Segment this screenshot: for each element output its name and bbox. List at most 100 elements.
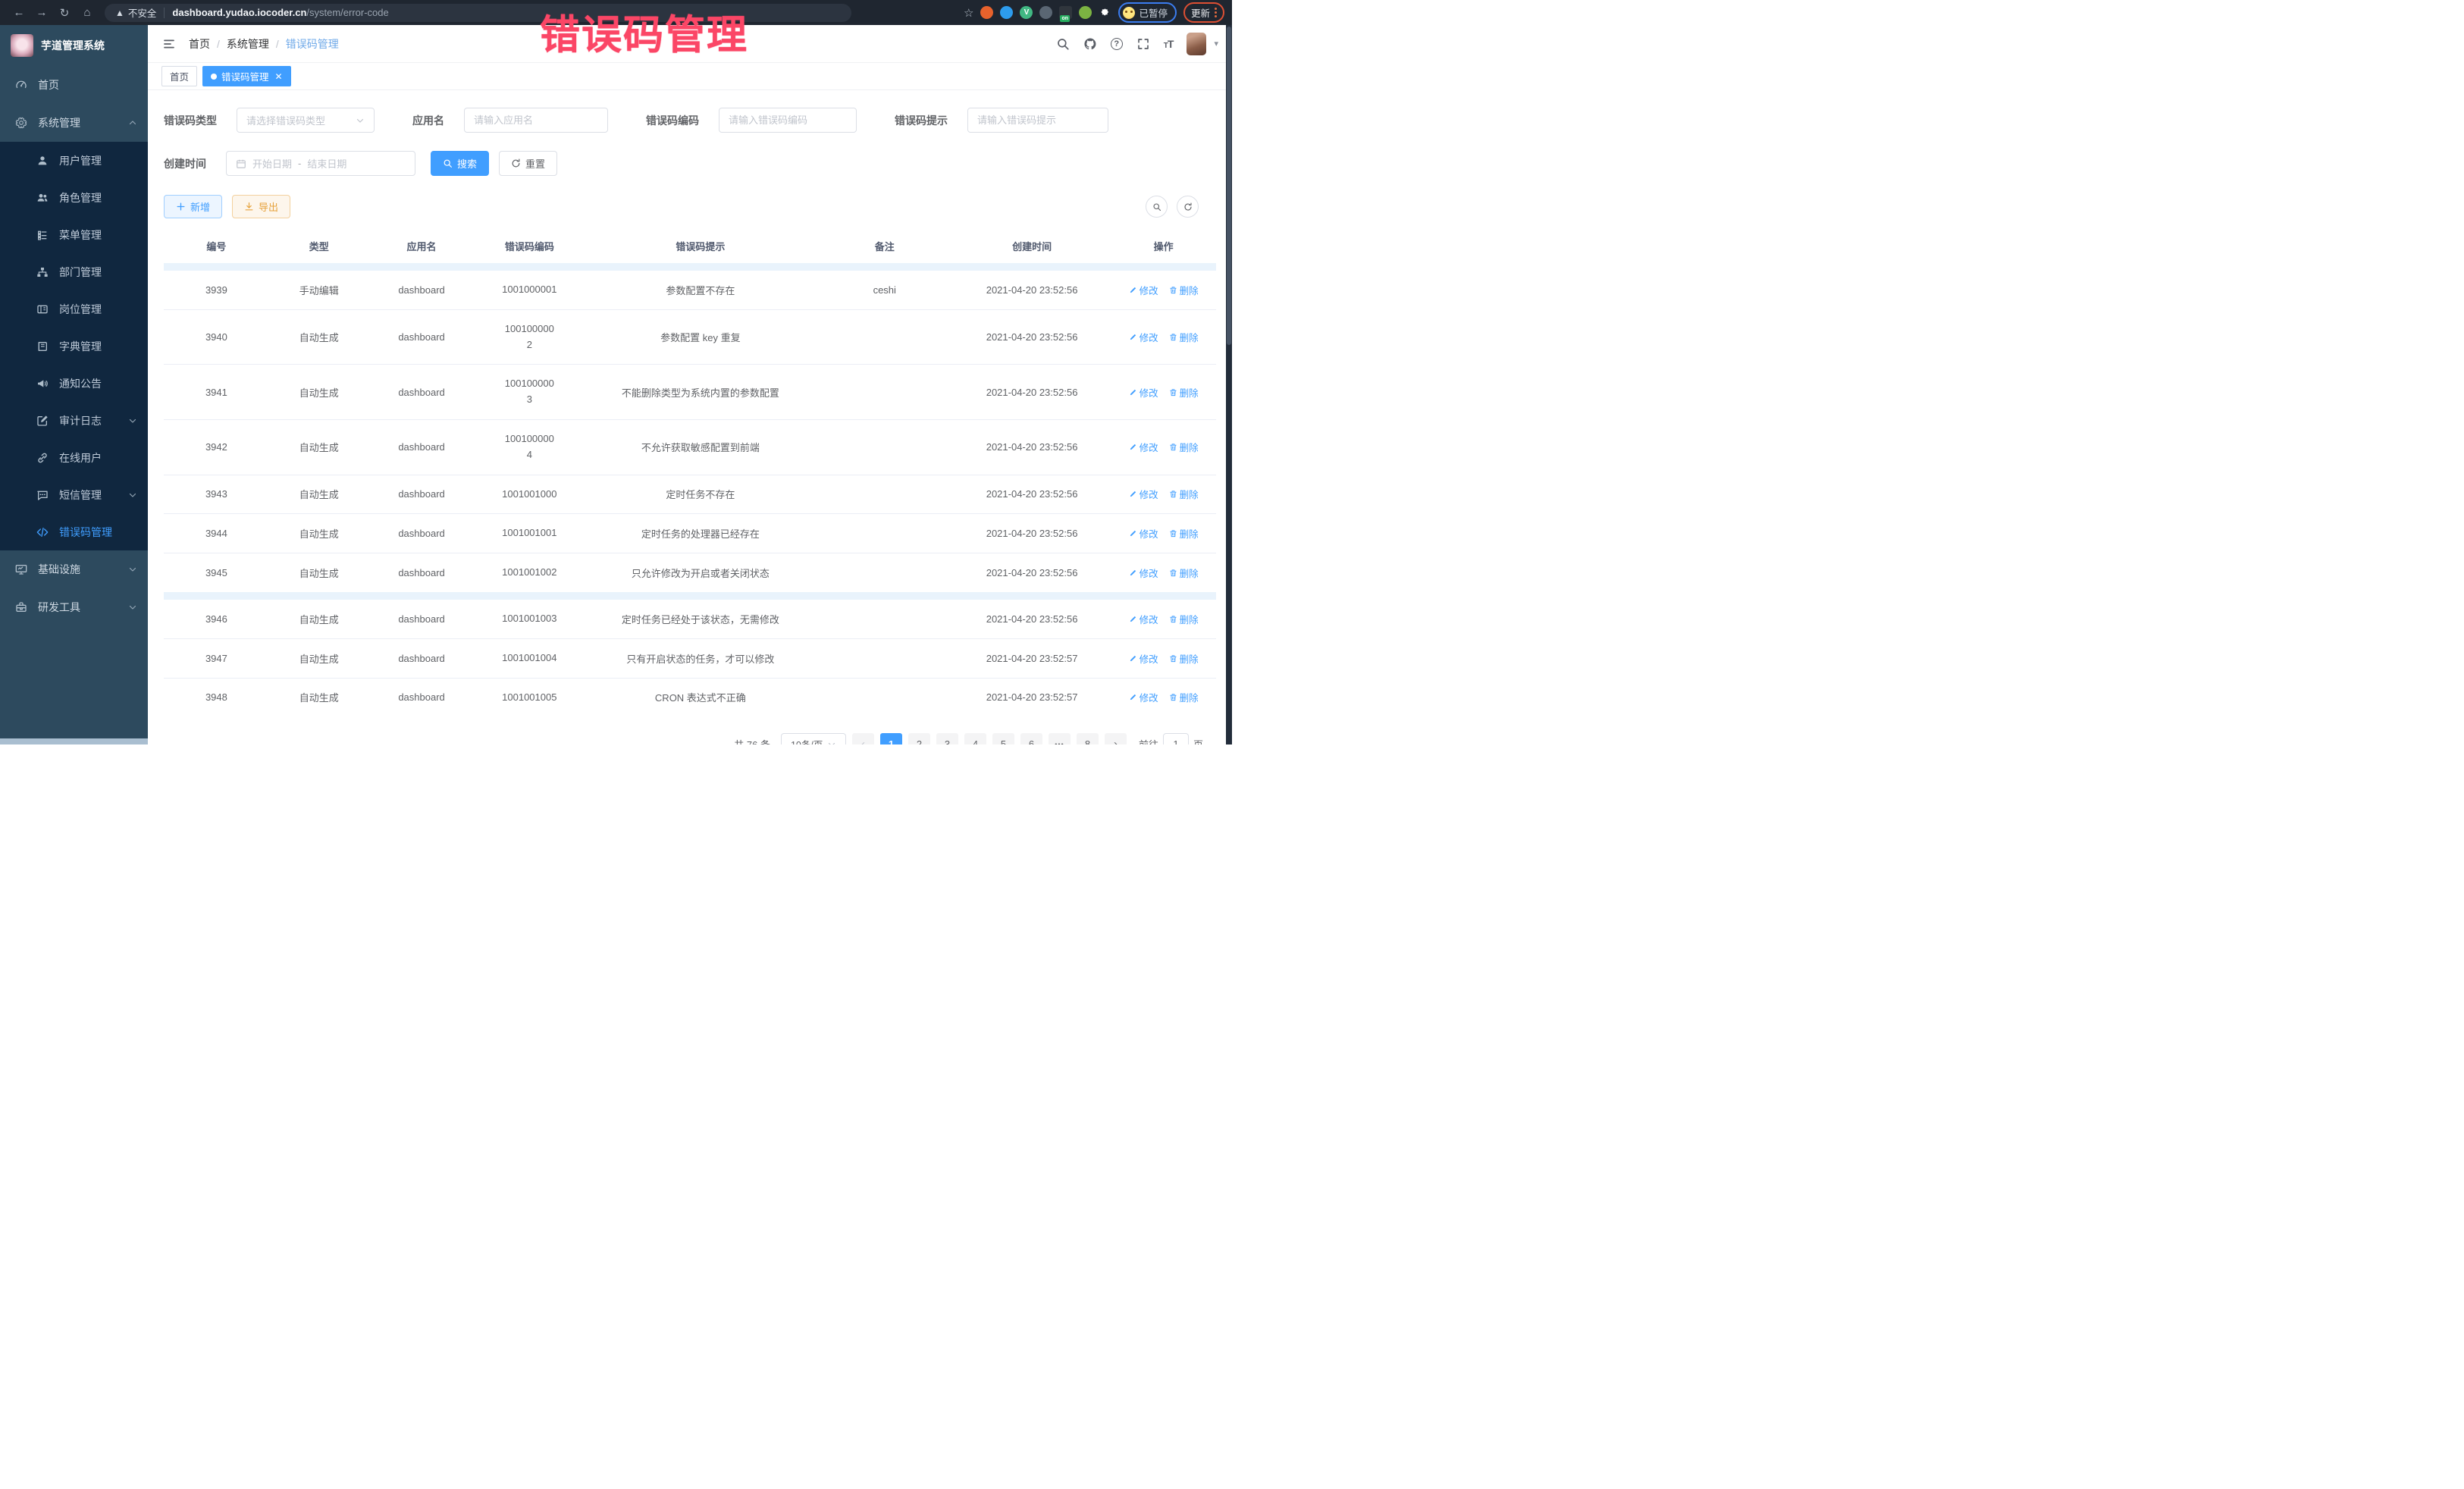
switchy-extension-icon[interactable]: on (1059, 6, 1072, 19)
prev-page-button[interactable]: ‹ (852, 733, 874, 744)
tab-error-code[interactable]: 错误码管理 ✕ (202, 66, 291, 86)
sidebar-item-部门管理[interactable]: 部门管理 (0, 253, 148, 290)
delete-link[interactable]: 删除 (1169, 440, 1199, 454)
user-avatar[interactable] (1187, 33, 1206, 55)
browser-back-icon[interactable]: ← (8, 6, 30, 19)
sidebar-item-菜单管理[interactable]: 菜单管理 (0, 216, 148, 253)
sidebar-item-短信管理[interactable]: 短信管理 (0, 476, 148, 513)
browser-menu-icon[interactable] (1215, 8, 1217, 17)
github-icon[interactable] (1083, 37, 1097, 51)
page-ellipsis[interactable]: ••• (1049, 733, 1071, 744)
table-row: 3941自动生成dashboard100100000 3不能删除类型为系统内置的… (164, 365, 1216, 420)
sidebar-scrollbar[interactable] (0, 738, 148, 744)
delete-link[interactable]: 删除 (1169, 385, 1199, 400)
delete-link[interactable]: 删除 (1169, 566, 1199, 580)
page-button-8[interactable]: 8 (1077, 733, 1099, 744)
hamburger-icon[interactable] (161, 38, 177, 50)
row-message: 只允许修改为开启或者关闭状态 (585, 553, 816, 596)
puzzle-extension-icon[interactable] (1099, 6, 1111, 19)
toggle-search-button[interactable] (1146, 196, 1168, 218)
edit-link[interactable]: 修改 (1129, 612, 1158, 626)
extension-paused-chip[interactable]: 已暂停 (1118, 2, 1177, 23)
edit-link[interactable]: 修改 (1129, 440, 1158, 454)
pencil-icon (1129, 388, 1137, 397)
browser-forward-icon[interactable]: → (30, 6, 53, 19)
page-button-1[interactable]: 1 (880, 733, 902, 744)
delete-link[interactable]: 删除 (1169, 526, 1199, 541)
sidebar-item-岗位管理[interactable]: 岗位管理 (0, 290, 148, 328)
bookmark-star-icon[interactable]: ☆ (964, 6, 973, 20)
page-button-3[interactable]: 3 (936, 733, 958, 744)
page-button-2[interactable]: 2 (908, 733, 930, 744)
delete-link[interactable]: 删除 (1169, 330, 1199, 344)
browser-home-icon[interactable]: ⌂ (76, 6, 99, 19)
delete-link[interactable]: 删除 (1169, 612, 1199, 626)
page-scrollbar[interactable] (1226, 25, 1232, 744)
row-actions: 修改删除 (1111, 638, 1216, 678)
key-extension-icon[interactable] (1079, 6, 1092, 19)
edit-link[interactable]: 修改 (1129, 526, 1158, 541)
grid-extension-icon[interactable] (1039, 6, 1052, 19)
goto-page-input[interactable] (1164, 738, 1188, 744)
search-button[interactable]: 搜索 (431, 151, 489, 176)
sidebar-item-错误码管理[interactable]: 错误码管理 (0, 513, 148, 550)
edit-link[interactable]: 修改 (1129, 283, 1158, 297)
edit-link[interactable]: 修改 (1129, 690, 1158, 704)
help-icon[interactable]: ? (1111, 38, 1123, 50)
browser-reload-icon[interactable]: ↻ (53, 6, 76, 20)
refresh-table-button[interactable] (1177, 196, 1199, 218)
row-id: 3948 (164, 678, 269, 716)
error-msg-input[interactable] (977, 114, 1099, 126)
sidebar-item-首页[interactable]: 首页 (0, 66, 148, 104)
error-code-input[interactable] (729, 114, 847, 126)
sidebar-item-字典管理[interactable]: 字典管理 (0, 328, 148, 365)
avatar-caret-icon[interactable]: ▾ (1214, 39, 1218, 49)
delete-link[interactable]: 删除 (1169, 283, 1199, 297)
edit-link[interactable]: 修改 (1129, 487, 1158, 501)
badge-icon (36, 303, 49, 315)
edit-link[interactable]: 修改 (1129, 651, 1158, 666)
reset-button[interactable]: 重置 (499, 151, 557, 176)
sidebar-item-研发工具[interactable]: 研发工具 (0, 588, 148, 626)
sidebar-item-用户管理[interactable]: 用户管理 (0, 142, 148, 179)
app-logo-row[interactable]: 芋道管理系统 (0, 25, 148, 66)
fullscreen-icon[interactable] (1136, 37, 1150, 51)
page-button-6[interactable]: 6 (1020, 733, 1042, 744)
blue-drop-extension-icon[interactable] (1000, 6, 1013, 19)
error-type-select[interactable]: 请选择错误码类型 (237, 108, 375, 133)
app-name-input[interactable] (474, 114, 598, 126)
row-app: dashboard (369, 419, 475, 475)
sidebar-item-在线用户[interactable]: 在线用户 (0, 439, 148, 476)
tab-home[interactable]: 首页 (161, 66, 197, 86)
add-button[interactable]: 新增 (164, 195, 222, 218)
edit-link[interactable]: 修改 (1129, 385, 1158, 400)
sidebar-item-系统管理[interactable]: 系统管理 (0, 104, 148, 142)
vue-devtools-extension-icon[interactable]: V (1020, 6, 1033, 19)
font-size-icon[interactable]: TT (1164, 38, 1174, 50)
delete-link[interactable]: 删除 (1169, 651, 1199, 666)
delete-link[interactable]: 删除 (1169, 487, 1199, 501)
start-date-placeholder: 开始日期 (252, 156, 292, 171)
browser-update-button[interactable]: 更新 (1183, 2, 1224, 23)
address-bar[interactable]: ▲ 不安全 dashboard.yudao.iocoder.cn /system… (105, 4, 851, 22)
header-search-icon[interactable] (1056, 37, 1070, 51)
sidebar-item-基础设施[interactable]: 基础设施 (0, 550, 148, 588)
edit-link[interactable]: 修改 (1129, 566, 1158, 580)
export-button[interactable]: 导出 (232, 195, 290, 218)
page-size-select[interactable]: 10条/页 (781, 733, 846, 744)
date-range-picker[interactable]: 开始日期 - 结束日期 (226, 151, 415, 176)
next-page-button[interactable]: › (1105, 733, 1127, 744)
breadcrumb-home[interactable]: 首页 (189, 36, 210, 52)
edit-link[interactable]: 修改 (1129, 330, 1158, 344)
tab-close-icon[interactable]: ✕ (275, 71, 283, 82)
chevron-up-icon (128, 118, 137, 127)
page-button-5[interactable]: 5 (992, 733, 1014, 744)
sidebar-item-通知公告[interactable]: 通知公告 (0, 365, 148, 402)
scrollbar-thumb[interactable] (1227, 27, 1231, 345)
sidebar-item-角色管理[interactable]: 角色管理 (0, 179, 148, 216)
page-button-4[interactable]: 4 (964, 733, 986, 744)
orange-ring-extension-icon[interactable] (980, 6, 993, 19)
sidebar-item-审计日志[interactable]: 审计日志 (0, 402, 148, 439)
delete-link[interactable]: 删除 (1169, 690, 1199, 704)
breadcrumb-system[interactable]: 系统管理 (227, 36, 269, 52)
